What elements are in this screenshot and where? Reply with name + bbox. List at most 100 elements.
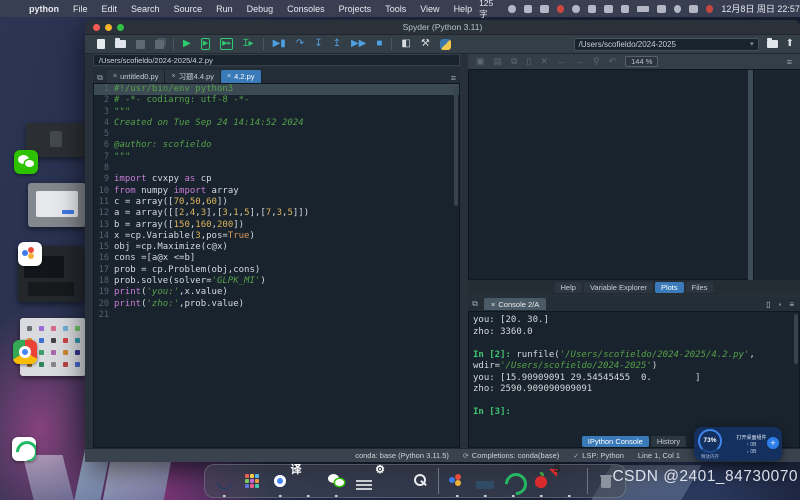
new-file-icon[interactable]: [97, 39, 105, 49]
code-line[interactable]: 13b = array([150,160,200]): [94, 220, 459, 231]
code-line[interactable]: 19print('you:',x.value): [94, 287, 459, 298]
bluetooth-icon[interactable]: [621, 5, 629, 13]
dock-item-chrome[interactable]: [268, 469, 292, 493]
code-line[interactable]: 1#!/usr/bin/env python3: [94, 84, 459, 95]
dock-item-launchpad[interactable]: [240, 469, 264, 493]
dock-item-keychain[interactable]: [408, 469, 432, 493]
memory-widget[interactable]: 73% 释放内存 打开桌面组件 ↑ 0B ↓ 0B +: [694, 427, 782, 461]
keyboard-icon[interactable]: [540, 5, 548, 13]
menu-item-tools[interactable]: Tools: [378, 4, 413, 14]
code-line[interactable]: 12a = array([[2,4,3],[3,1,5],[7,3,5]]): [94, 208, 459, 219]
run-cell-icon[interactable]: ▶: [201, 38, 210, 50]
record-icon[interactable]: [557, 5, 565, 13]
menu-item-help[interactable]: Help: [447, 4, 480, 14]
menu-item-projects[interactable]: Projects: [332, 4, 379, 14]
browse-tabs-icon[interactable]: ⧉: [93, 73, 107, 83]
plots-options-menu-icon[interactable]: ≡: [787, 57, 792, 67]
code-line[interactable]: 18prob.solve(solver='GLPK_MI'): [94, 276, 459, 287]
previous-plot-icon[interactable]: ←: [557, 57, 566, 66]
plots-save-all-icon[interactable]: ▤: [494, 57, 503, 66]
preferences-wrench-icon[interactable]: ⚒: [421, 39, 430, 49]
interrupt-kernel-icon[interactable]: ▪: [778, 300, 781, 309]
code-line[interactable]: 20print('zho:',prob.value): [94, 299, 459, 310]
window-titlebar[interactable]: Spyder (Python 3.11): [85, 20, 800, 35]
camera-icon[interactable]: [604, 5, 612, 13]
tab-variable-explorer[interactable]: Variable Explorer: [584, 282, 653, 293]
menu-item-view[interactable]: View: [413, 4, 446, 14]
dock-item-wechat[interactable]: [324, 469, 348, 493]
inspect-icon[interactable]: ▯: [766, 300, 770, 309]
tab-files[interactable]: Files: [686, 282, 714, 293]
circles-app-badge-icon[interactable]: [18, 242, 42, 266]
plots-save-icon[interactable]: ▣: [476, 57, 485, 66]
save-file-icon[interactable]: [136, 40, 145, 49]
tab-ipython-console[interactable]: IPython Console: [582, 436, 649, 447]
close-icon[interactable]: ×: [227, 73, 231, 80]
stop-debugging-icon[interactable]: ■: [376, 39, 382, 49]
step-return-icon[interactable]: ↥: [333, 39, 341, 49]
dock-item-finder[interactable]: [212, 469, 236, 493]
menu-app-name[interactable]: python: [22, 4, 66, 14]
plots-copy-icon[interactable]: ⧉: [511, 57, 517, 66]
debug-file-icon[interactable]: ▶▮: [273, 39, 286, 49]
code-line[interactable]: 8: [94, 163, 459, 174]
open-file-icon[interactable]: [115, 40, 126, 48]
code-line[interactable]: 10from numpy import array: [94, 186, 459, 197]
step-into-icon[interactable]: ↧: [314, 39, 322, 49]
green-ring-badge-icon[interactable]: [12, 437, 36, 461]
code-editor[interactable]: 1#!/usr/bin/env python32# -*- codiarng: …: [93, 83, 460, 448]
tab-history[interactable]: History: [651, 436, 686, 447]
menu-item-file[interactable]: File: [66, 4, 95, 14]
editor-tab[interactable]: ×4.2.py: [221, 70, 262, 83]
console-scrollbar[interactable]: [794, 314, 798, 364]
screen-time-icon[interactable]: [508, 5, 516, 13]
zoom-in-icon[interactable]: ⚲: [593, 57, 600, 66]
code-line[interactable]: 6@author: scofieldo: [94, 140, 459, 151]
menu-item-debug[interactable]: Debug: [240, 4, 281, 14]
dock-item-settings[interactable]: ⚙: [380, 469, 404, 493]
browse-consoles-icon[interactable]: ⧉: [468, 299, 482, 309]
code-line[interactable]: 11c = array([70,50,60]): [94, 197, 459, 208]
search-icon[interactable]: [674, 5, 682, 13]
dock-item-notes[interactable]: [352, 469, 376, 493]
code-line[interactable]: 5: [94, 129, 459, 140]
code-line[interactable]: 9import cvxpy as cp: [94, 174, 459, 185]
code-line[interactable]: 16cons =[a@x <=b]: [94, 253, 459, 264]
dock-item-app-circles[interactable]: [445, 469, 469, 493]
display-icon[interactable]: [689, 5, 697, 13]
editor-tab[interactable]: ×untitled0.py: [107, 70, 165, 83]
dock-item-photos[interactable]: [473, 469, 497, 493]
menu-item-run[interactable]: Run: [209, 4, 240, 14]
close-icon[interactable]: ×: [113, 73, 117, 80]
wechat-badge-icon[interactable]: [14, 150, 38, 174]
memory-gauge[interactable]: 73%: [698, 429, 722, 453]
working-directory-combo[interactable]: /Users/scofieldo/2024-2025▾: [574, 38, 759, 51]
wifi-icon[interactable]: [657, 5, 665, 13]
maximize-pane-icon[interactable]: ◧: [401, 39, 410, 49]
editor-tab[interactable]: ×习题4.4.py: [165, 70, 221, 83]
run-file-icon[interactable]: ▶: [183, 39, 191, 49]
input-method-indicator[interactable]: 125字: [479, 0, 500, 20]
editor-options-menu-icon[interactable]: ≡: [451, 73, 460, 83]
next-plot-icon[interactable]: →: [575, 57, 584, 66]
code-line[interactable]: 7""": [94, 152, 459, 163]
battery-icon[interactable]: [637, 6, 649, 12]
microphone-icon[interactable]: [524, 5, 532, 13]
code-line[interactable]: 21: [94, 310, 459, 321]
menu-item-consoles[interactable]: Consoles: [280, 4, 332, 14]
parent-directory-icon[interactable]: ⬆: [786, 39, 794, 49]
menu-item-source[interactable]: Source: [167, 4, 210, 14]
step-over-icon[interactable]: ↷: [296, 39, 304, 49]
tab-plots[interactable]: Plots: [655, 282, 684, 293]
run-cell-advance-icon[interactable]: ▶▸: [220, 38, 233, 50]
dock-item-translate[interactable]: 译: [296, 469, 320, 493]
tab-help[interactable]: Help: [555, 282, 582, 293]
zoom-out-icon[interactable]: ↶: [609, 57, 617, 66]
plots-zoom-level[interactable]: 144 %: [625, 56, 658, 67]
code-line[interactable]: 3""": [94, 107, 459, 118]
console-options-menu-icon[interactable]: ≡: [789, 300, 794, 309]
menu-item-search[interactable]: Search: [124, 4, 167, 14]
console-tab[interactable]: × Console 2/A: [484, 298, 546, 310]
window-thumbnail[interactable]: [28, 183, 86, 227]
code-line[interactable]: 15obj =cp.Maximize(c@x): [94, 242, 459, 253]
